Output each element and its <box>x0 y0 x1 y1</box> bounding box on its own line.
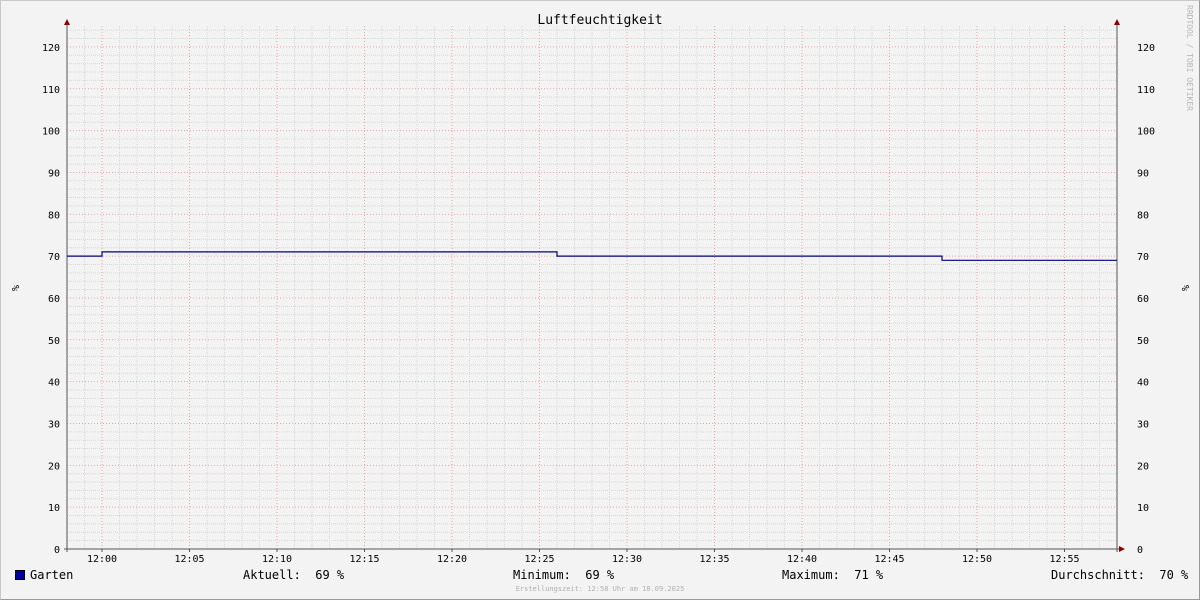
y-tick-label: 30 <box>48 419 60 430</box>
axis-arrow-right <box>1114 19 1120 25</box>
y-tick-label: 20 <box>48 461 60 472</box>
y-tick-label: 10 <box>48 503 60 514</box>
x-tick-label: 12:25 <box>524 554 554 565</box>
legend-swatch <box>15 570 25 580</box>
y-tick-label: 120 <box>1137 43 1155 54</box>
minor-grid <box>66 26 1117 549</box>
x-tick-label: 12:50 <box>962 554 992 565</box>
axis-arrow-x <box>1119 546 1125 552</box>
y-tick-label: 80 <box>48 210 60 221</box>
chart: 0 10 20 30 40 50 60 70 80 90 100 110 120 0 10 20 30 40 50… <box>9 5 1194 565</box>
x-tick-labels: 12:00 12:05 12:10 12:15 12:20 12:25 12:30 12:35… <box>87 554 1080 565</box>
y-tick-label: 100 <box>42 127 60 138</box>
y-tick-label: 110 <box>1137 85 1155 96</box>
x-tick-label: 12:15 <box>349 554 379 565</box>
y-tick-label: 10 <box>1137 503 1149 514</box>
y-tick-label: 50 <box>48 336 60 347</box>
y-tick-label: 0 <box>54 545 60 556</box>
y-tick-label: 60 <box>1137 294 1149 305</box>
y-tick-label: 40 <box>1137 378 1149 389</box>
y-tick-label: 30 <box>1137 419 1149 430</box>
x-tick-label: 12:30 <box>612 554 642 565</box>
footer-timestamp: Erstellungszeit: 12:58 Uhr am 18.09.2025 <box>515 585 685 593</box>
y-tick-label: 100 <box>1137 127 1155 138</box>
legend-average: Durchschnitt: 70 % <box>1051 568 1189 582</box>
y-tick-label: 70 <box>48 252 60 263</box>
y-axis-label-right: % <box>1179 285 1190 291</box>
x-tick-label: 12:45 <box>874 554 904 565</box>
y-tick-label: 70 <box>1137 252 1149 263</box>
legend-minimum: Minimum: 69 % <box>513 568 615 582</box>
y-tick-label: 40 <box>48 378 60 389</box>
watermark: RRDTOOL / TOBI OETIKER <box>1185 5 1194 111</box>
axis-arrow-left <box>64 19 70 25</box>
y-tick-labels-left: 0 10 20 30 40 50 60 70 80 90 100 110 120 <box>42 43 60 556</box>
y-tick-labels-right: 0 10 20 30 40 50 60 70 80 90 100 110 120 <box>1137 43 1155 556</box>
x-tick-label: 12:55 <box>1049 554 1079 565</box>
y-tick-label: 120 <box>42 43 60 54</box>
y-tick-label: 90 <box>48 168 60 179</box>
x-tick-label: 12:20 <box>437 554 467 565</box>
y-tick-label: 20 <box>1137 461 1149 472</box>
x-tick-label: 12:05 <box>174 554 204 565</box>
y-axis-label-left: % <box>9 285 20 291</box>
x-tick-label: 12:10 <box>262 554 292 565</box>
y-tick-label: 90 <box>1137 168 1149 179</box>
y-tick-label: 60 <box>48 294 60 305</box>
y-tick-label: 0 <box>1137 545 1143 556</box>
y-tick-label: 110 <box>42 85 60 96</box>
x-tick-label: 12:35 <box>699 554 729 565</box>
y-tick-label: 80 <box>1137 210 1149 221</box>
legend-current: Aktuell: 69 % <box>243 568 345 582</box>
x-tick-label: 12:00 <box>87 554 117 565</box>
x-tick-label: 12:40 <box>787 554 817 565</box>
y-tick-label: 50 <box>1137 336 1149 347</box>
chart-title: Luftfeuchtigkeit <box>537 13 662 28</box>
axes <box>64 19 1125 552</box>
legend-series-name: Garten <box>30 568 74 582</box>
legend-maximum: Maximum: 71 % <box>782 568 884 582</box>
